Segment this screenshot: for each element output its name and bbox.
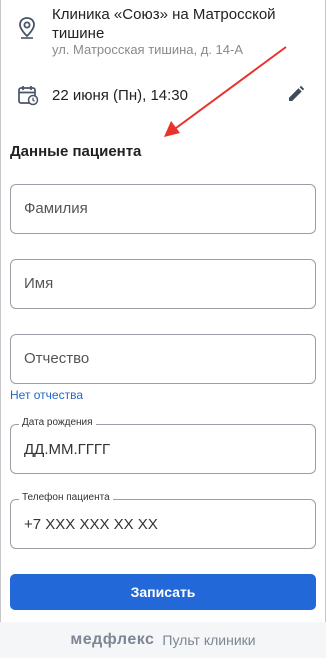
- brand-logo: медфлекс: [70, 631, 155, 648]
- phone-field[interactable]: Телефон пациента +7 XXX XXX XX XX: [10, 492, 316, 549]
- clinic-address: ул. Матросская тишина, д. 14-А: [52, 42, 244, 57]
- no-middle-name-link[interactable]: Нет отчества: [10, 388, 83, 402]
- clinic-name: Клиника «Союз» на Матросской тишине: [52, 6, 276, 42]
- middle-name-field[interactable]: Отчество: [10, 334, 316, 384]
- first-name-field[interactable]: Имя: [10, 259, 316, 309]
- first-name-placeholder: Имя: [24, 275, 54, 292]
- appointment-datetime: 22 июня (Пн), 14:30: [52, 87, 188, 104]
- pencil-icon[interactable]: [287, 85, 305, 103]
- last-name-field[interactable]: Фамилия: [10, 184, 316, 234]
- footer: медфлекс Пульт клиники: [0, 622, 326, 658]
- footer-caption: Пульт клиники: [162, 632, 256, 648]
- birth-date-label: Дата рождения: [19, 417, 96, 428]
- phone-label: Телефон пациента: [19, 492, 113, 503]
- last-name-placeholder: Фамилия: [24, 200, 88, 217]
- birth-date-value: ДД.ММ.ГГГГ: [24, 441, 111, 458]
- middle-name-placeholder: Отчество: [24, 350, 90, 367]
- location-pin-icon: [19, 17, 35, 39]
- submit-button[interactable]: Записать: [10, 574, 316, 610]
- birth-date-field[interactable]: Дата рождения ДД.ММ.ГГГГ: [10, 417, 316, 474]
- phone-value: +7 XXX XXX XX XX: [24, 516, 158, 533]
- patient-data-title: Данные пациента: [10, 143, 142, 160]
- calendar-icon: [18, 86, 39, 106]
